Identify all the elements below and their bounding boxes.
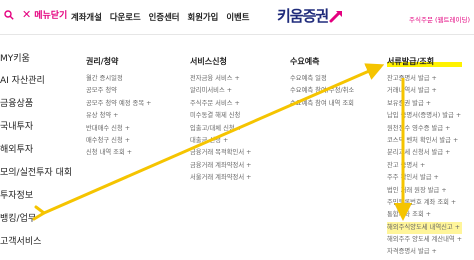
column-title-highlighted: 서류발급/조회 (387, 56, 463, 67)
sidebar-item-my[interactable]: MY키움 (0, 51, 30, 64)
menu-item[interactable]: 반대매수 신청 + (86, 123, 151, 135)
menu-item[interactable]: 금융거래 계좌약정서 + (190, 160, 251, 172)
logo[interactable]: 키움증권 (277, 5, 345, 26)
nav-account-open[interactable]: 계좌개설 (71, 11, 102, 23)
menu-item[interactable]: 자격증명서 발급 + (387, 246, 462, 258)
menu-close-button[interactable]: ✕ 메뉴닫기 (22, 8, 67, 21)
sidebar-item-domestic[interactable]: 국내투자 (0, 119, 33, 132)
menu-item[interactable]: 통합계좌 조회 + (387, 209, 462, 221)
menu-item[interactable]: 주식주문 서비스 + (190, 98, 251, 110)
menu-item[interactable]: 거래내역서 발급 + (387, 85, 462, 97)
menu-item[interactable]: 수요예측 참여/수정/취소 (290, 85, 354, 97)
menu-item[interactable]: 공모주 청약 예정 종목 + (86, 98, 151, 110)
menu-item[interactable]: 신청 내역 조회 + (86, 147, 151, 159)
menu-item[interactable]: 전자금융 서비스 + (190, 73, 251, 85)
menu-item[interactable]: 납입 증명서(증명서) 발급 + (387, 110, 462, 122)
sidebar-item-info[interactable]: 투자정보 (0, 188, 33, 201)
menu-item[interactable]: 유상 청약 + (86, 110, 151, 122)
menu-item-highlighted[interactable]: 해외주식양도세 내역신고 + (387, 221, 463, 235)
menu-item[interactable]: 알리미서비스 + (190, 85, 251, 97)
sidebar-item-products[interactable]: 금융상품 (0, 96, 33, 109)
menu-column-service: 서비스신청 전자금융 서비스 + 알리미서비스 + 주식주문 서비스 + 미수동… (190, 56, 251, 185)
column-title: 권리/청약 (86, 57, 119, 66)
menu-item[interactable]: 법인 거래 원장 발급 + (387, 185, 462, 197)
menu-item[interactable]: 코스닥 벤처 확인서 발급 + (387, 135, 462, 147)
menu-item[interactable]: 서울거래 계좌약정서 + (190, 172, 251, 184)
close-icon: ✕ (22, 8, 32, 21)
menu-item[interactable]: 금융거래 목적확인서 + (190, 147, 251, 159)
menu-item[interactable]: 대출금 신청 + (190, 135, 251, 147)
nav-cert-center[interactable]: 인증센터 (149, 11, 180, 23)
menu-column-rights: 권리/청약 월간 증시일정 공모주 청약 공모주 청약 예정 종목 + 유상 청… (86, 56, 151, 160)
column-title: 서비스신청 (190, 57, 227, 66)
menu-item[interactable]: 입출고/대체 신청 + (190, 123, 251, 135)
column-title: 수요예측 (290, 57, 320, 66)
menu-close-label: 메뉴닫기 (34, 11, 68, 21)
menu-item[interactable]: 공모주 청약 (86, 85, 151, 97)
menu-item[interactable]: 해외주주 양도세 계산내역 + (387, 234, 462, 246)
sidebar-item-ai[interactable]: AI 자산관리 (0, 73, 45, 86)
menu-item[interactable]: 수요예측 참여 내역 조회 (290, 98, 354, 110)
menu-item[interactable]: 분리과세 신청서 발급 + (387, 147, 462, 159)
menu-item[interactable]: 보유증권 발급 + (387, 98, 462, 110)
nav-event[interactable]: 이벤트 (226, 11, 249, 23)
sidebar-item-overseas[interactable]: 해외투자 (0, 142, 33, 155)
nav-download[interactable]: 다운로드 (110, 11, 141, 23)
nav-signup[interactable]: 회원가입 (187, 11, 218, 23)
menu-column-documents: 서류발급/조회 잔고증명서 발급 + 거래내역서 발급 + 보유증권 발급 + … (387, 56, 463, 259)
menu-item[interactable]: 원천징수 영수증 발급 + (387, 123, 462, 135)
search-icon[interactable] (4, 10, 14, 20)
logo-arrow-icon (329, 10, 343, 22)
menu-item[interactable]: 매수청구 신청 + (86, 135, 151, 147)
sidebar-item-customer[interactable]: 고객서비스 (0, 234, 41, 247)
web-trading-link[interactable]: 주식주문 (웹트레이딩) (409, 14, 470, 24)
menu-item[interactable]: 주주 확인서 발급 + (387, 172, 462, 184)
menu-item[interactable]: 월간 증시일정 (86, 73, 151, 85)
menu-column-demand: 수요예측 수요예측 일정 수요예측 참여/수정/취소 수요예측 참여 내역 조회 (290, 56, 354, 110)
logo-text: 키움증권 (277, 7, 329, 25)
menu-item[interactable]: 잔고 증명서 + (387, 160, 462, 172)
menu-item[interactable]: 주민등록번호 계좌 조회 + (387, 197, 462, 209)
sidebar-item-banking[interactable]: 뱅킹/업무 (0, 211, 36, 224)
top-bar: ✕ 메뉴닫기 계좌개설 다운로드 인증센터 회원가입 이벤트 키움증권 주식주문… (0, 0, 474, 35)
menu-item[interactable]: 잔고증명서 발급 + (387, 73, 462, 85)
top-nav: 계좌개설 다운로드 인증센터 회원가입 이벤트 (71, 11, 249, 23)
menu-item[interactable]: 수요예측 일정 (290, 73, 354, 85)
menu-item[interactable]: 미수동결 해제 신청 (190, 110, 251, 122)
sidebar-item-contest[interactable]: 모의/실전투자 대회 (0, 165, 72, 178)
